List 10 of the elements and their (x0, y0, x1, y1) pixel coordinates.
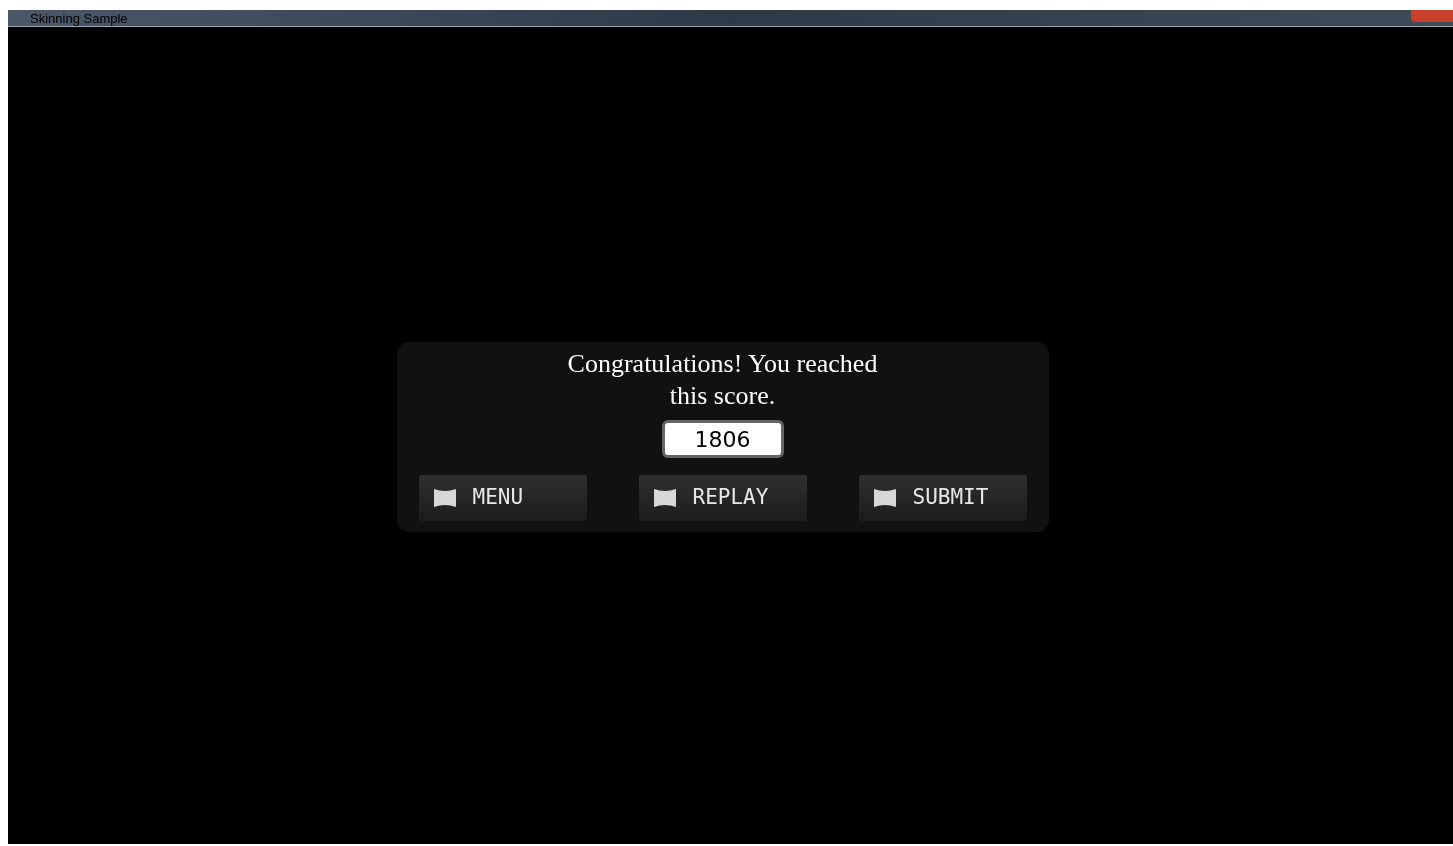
banner-icon (432, 488, 457, 508)
menu-button[interactable]: MENU (418, 475, 587, 521)
window-title: Skinning Sample (30, 11, 128, 26)
close-button[interactable] (1411, 10, 1453, 22)
score-field: 1806 (661, 420, 784, 458)
banner-icon (652, 488, 677, 508)
banner-icon (872, 488, 897, 508)
congratulations-message: Congratulations! You reached this score. (566, 348, 879, 412)
menu-button[interactable]: SUBMIT (858, 475, 1027, 521)
menu-button[interactable]: REPLAY (638, 475, 807, 521)
